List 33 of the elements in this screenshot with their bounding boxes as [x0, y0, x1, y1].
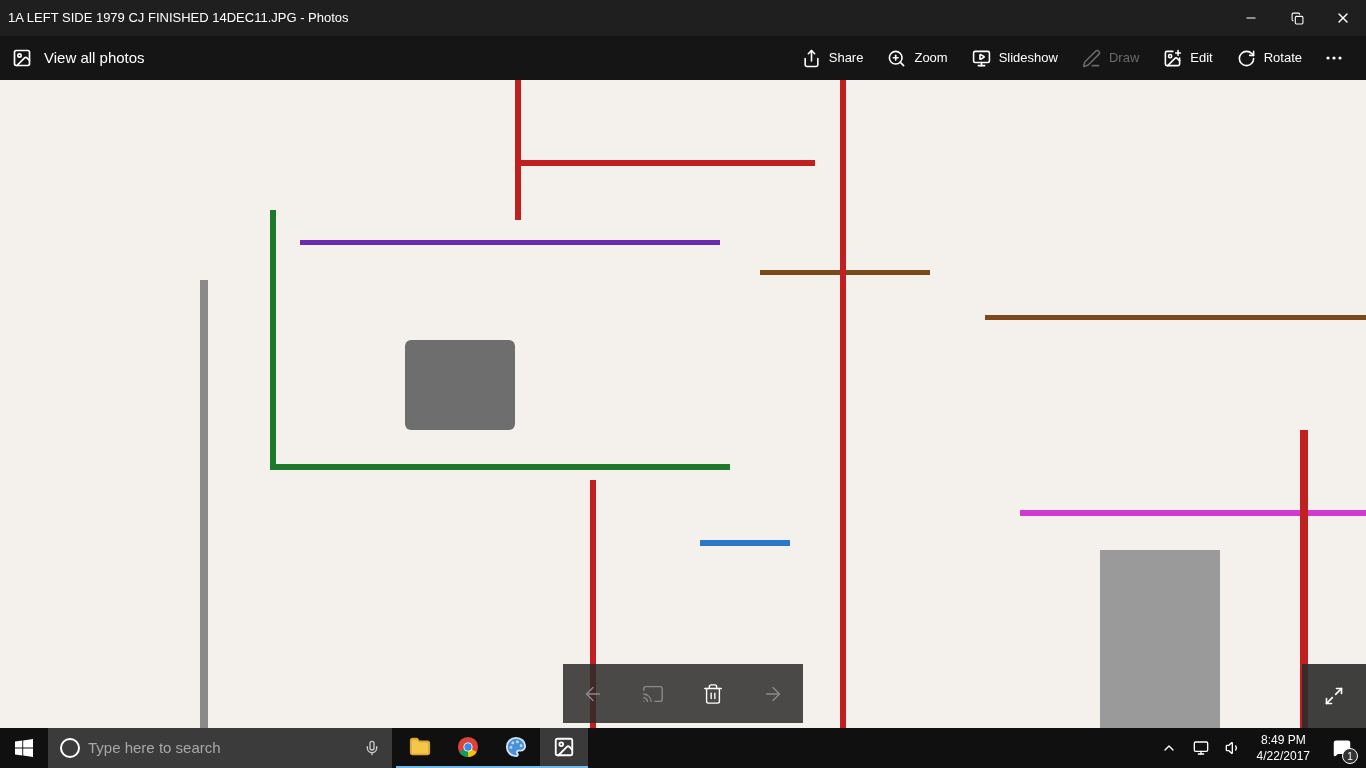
- photos-icon: [553, 736, 575, 758]
- rotate-button[interactable]: Rotate: [1224, 40, 1314, 76]
- notification-count-badge: 1: [1342, 748, 1358, 764]
- edit-icon: [1163, 48, 1183, 68]
- zoom-icon: [887, 48, 907, 68]
- expand-icon: [1324, 686, 1344, 706]
- windows-logo-icon: [15, 739, 33, 757]
- slideshow-button[interactable]: Slideshow: [959, 40, 1070, 76]
- zoom-button[interactable]: Zoom: [875, 40, 960, 76]
- share-icon: [801, 48, 821, 68]
- chrome-icon: [457, 736, 479, 758]
- palette-icon: [505, 736, 527, 758]
- network-icon[interactable]: [1192, 740, 1209, 756]
- search-field[interactable]: Type here to search: [48, 728, 392, 768]
- photo-icon: [12, 48, 32, 68]
- restore-icon: [1290, 11, 1304, 25]
- taskbar-app[interactable]: [540, 728, 588, 768]
- clock[interactable]: 8:49 PM 4/22/2017: [1248, 732, 1318, 764]
- folder-icon: [409, 736, 431, 758]
- window-title: 1A LEFT SIDE 1979 CJ FINISHED 14DEC11.JPG - Photos: [7, 9, 350, 28]
- edit-button[interactable]: Edit: [1151, 40, 1225, 76]
- microphone-icon: [364, 740, 380, 756]
- notifications-button[interactable]: 1: [1318, 728, 1366, 768]
- more-icon: [1326, 56, 1342, 60]
- slideshow-icon: [971, 48, 991, 68]
- fullscreen-button[interactable]: [1302, 664, 1366, 728]
- cortana-icon: [60, 738, 80, 758]
- trash-icon: [702, 682, 724, 705]
- share-button[interactable]: Share: [789, 40, 876, 76]
- search-input[interactable]: Type here to search: [88, 736, 356, 760]
- rotate-icon: [1236, 48, 1256, 68]
- view-all-photos-button[interactable]: View all photos: [12, 46, 790, 70]
- pen-icon: [1081, 48, 1101, 68]
